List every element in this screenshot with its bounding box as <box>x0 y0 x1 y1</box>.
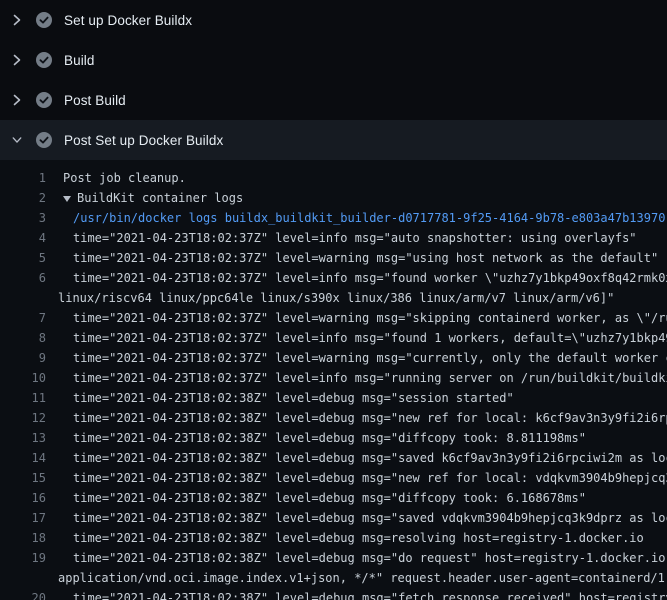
log-line-number[interactable]: 17 <box>0 511 46 525</box>
log-text: time="2021-04-23T18:02:37Z" level=info m… <box>73 371 667 385</box>
log-text: BuildKit container logs <box>77 191 243 205</box>
log-text: time="2021-04-23T18:02:38Z" level=debug … <box>73 411 667 425</box>
log-line: 1 Post job cleanup. <box>0 168 667 188</box>
log-group-toggle[interactable]: 2 BuildKit container logs <box>0 188 667 208</box>
log-text: time="2021-04-23T18:02:37Z" level=warnin… <box>73 251 658 265</box>
log-line-number[interactable]: 15 <box>0 471 46 485</box>
log-line: 20 time="2021-04-23T18:02:38Z" level=deb… <box>0 588 667 600</box>
actions-log-viewer: Set up Docker Buildx Build <box>0 0 667 600</box>
log-line-number[interactable]: 14 <box>0 451 46 465</box>
log-line-number[interactable]: 2 <box>0 191 46 205</box>
log-line: 15 time="2021-04-23T18:02:38Z" level=deb… <box>0 468 667 488</box>
log-line: 12 time="2021-04-23T18:02:38Z" level=deb… <box>0 408 667 428</box>
log-line: 18 time="2021-04-23T18:02:38Z" level=deb… <box>0 528 667 548</box>
log-line: 8 time="2021-04-23T18:02:37Z" level=info… <box>0 328 667 348</box>
log-text: time="2021-04-23T18:02:38Z" level=debug … <box>73 551 667 565</box>
log-line-number[interactable]: 11 <box>0 391 46 405</box>
log-line-number[interactable]: 8 <box>0 331 46 345</box>
log-line-number[interactable]: 6 <box>0 271 46 285</box>
log-line: 19 time="2021-04-23T18:02:38Z" level=deb… <box>0 548 667 568</box>
log-console: 1 Post job cleanup. 2 BuildKit container… <box>0 160 667 600</box>
check-circle-icon <box>36 52 52 68</box>
log-line-number[interactable]: 5 <box>0 251 46 265</box>
check-circle-icon <box>36 12 52 28</box>
step-label: Set up Docker Buildx <box>64 13 192 28</box>
log-line: 3 /usr/bin/docker logs buildx_buildkit_b… <box>0 208 667 228</box>
log-text: time="2021-04-23T18:02:38Z" level=debug … <box>73 591 667 600</box>
log-line-number[interactable]: 16 <box>0 491 46 505</box>
log-text: time="2021-04-23T18:02:38Z" level=debug … <box>73 431 586 445</box>
log-text: time="2021-04-23T18:02:38Z" level=debug … <box>73 491 586 505</box>
log-text: Post job cleanup. <box>63 171 186 185</box>
step-label: Post Set up Docker Buildx <box>64 133 223 148</box>
log-line-number[interactable]: 3 <box>0 211 46 225</box>
check-circle-icon <box>36 132 52 148</box>
log-line-number[interactable]: 7 <box>0 311 46 325</box>
chevron-right-icon <box>13 94 21 106</box>
step-label: Post Build <box>64 93 126 108</box>
log-text: time="2021-04-23T18:02:38Z" level=debug … <box>73 531 644 545</box>
caret-down-icon <box>63 196 71 202</box>
log-line-number[interactable]: 19 <box>0 551 46 565</box>
log-line-number[interactable]: 13 <box>0 431 46 445</box>
log-text: time="2021-04-23T18:02:38Z" level=debug … <box>73 451 667 465</box>
log-line-number[interactable]: 12 <box>0 411 46 425</box>
steps-list: Set up Docker Buildx Build <box>0 0 667 160</box>
log-text: time="2021-04-23T18:02:37Z" level=warnin… <box>73 351 667 365</box>
chevron-right-icon <box>13 14 21 26</box>
log-text: time="2021-04-23T18:02:38Z" level=debug … <box>73 471 667 485</box>
log-text: time="2021-04-23T18:02:37Z" level=info m… <box>73 331 667 345</box>
log-line: 11 time="2021-04-23T18:02:38Z" level=deb… <box>0 388 667 408</box>
log-text: application/vnd.oci.image.index.v1+json,… <box>58 571 667 585</box>
log-line: 17 time="2021-04-23T18:02:38Z" level=deb… <box>0 508 667 528</box>
log-line-number[interactable]: 4 <box>0 231 46 245</box>
log-line: linux/riscv64 linux/ppc64le linux/s390x … <box>0 288 667 308</box>
step-header-set-up-docker-buildx[interactable]: Set up Docker Buildx <box>0 0 667 40</box>
log-text: time="2021-04-23T18:02:37Z" level=info m… <box>73 231 637 245</box>
log-line: 7 time="2021-04-23T18:02:37Z" level=warn… <box>0 308 667 328</box>
log-text: time="2021-04-23T18:02:37Z" level=info m… <box>73 271 667 285</box>
log-line: application/vnd.oci.image.index.v1+json,… <box>0 568 667 588</box>
log-text: time="2021-04-23T18:02:37Z" level=warnin… <box>73 311 667 325</box>
log-line-number[interactable]: 10 <box>0 371 46 385</box>
log-line: 13 time="2021-04-23T18:02:38Z" level=deb… <box>0 428 667 448</box>
step-label: Build <box>64 53 95 68</box>
chevron-right-icon <box>13 54 21 66</box>
log-line: 16 time="2021-04-23T18:02:38Z" level=deb… <box>0 488 667 508</box>
step-header-post-build[interactable]: Post Build <box>0 80 667 120</box>
log-line-number[interactable]: 9 <box>0 351 46 365</box>
chevron-down-icon <box>12 136 22 144</box>
step-header-post-set-up-docker-buildx[interactable]: Post Set up Docker Buildx <box>0 120 667 160</box>
log-line: 4 time="2021-04-23T18:02:37Z" level=info… <box>0 228 667 248</box>
step-header-build[interactable]: Build <box>0 40 667 80</box>
log-text: time="2021-04-23T18:02:38Z" level=debug … <box>73 511 667 525</box>
log-line: 6 time="2021-04-23T18:02:37Z" level=info… <box>0 268 667 288</box>
log-line: 9 time="2021-04-23T18:02:37Z" level=warn… <box>0 348 667 368</box>
log-text: /usr/bin/docker logs buildx_buildkit_bui… <box>73 211 665 225</box>
check-circle-icon <box>36 92 52 108</box>
log-line: 5 time="2021-04-23T18:02:37Z" level=warn… <box>0 248 667 268</box>
log-text: time="2021-04-23T18:02:38Z" level=debug … <box>73 391 514 405</box>
log-line-number[interactable]: 18 <box>0 531 46 545</box>
log-text: linux/riscv64 linux/ppc64le linux/s390x … <box>58 291 614 305</box>
log-line-number[interactable]: 1 <box>0 171 46 185</box>
log-line: 10 time="2021-04-23T18:02:37Z" level=inf… <box>0 368 667 388</box>
log-line-number[interactable]: 20 <box>0 591 46 600</box>
log-line: 14 time="2021-04-23T18:02:38Z" level=deb… <box>0 448 667 468</box>
